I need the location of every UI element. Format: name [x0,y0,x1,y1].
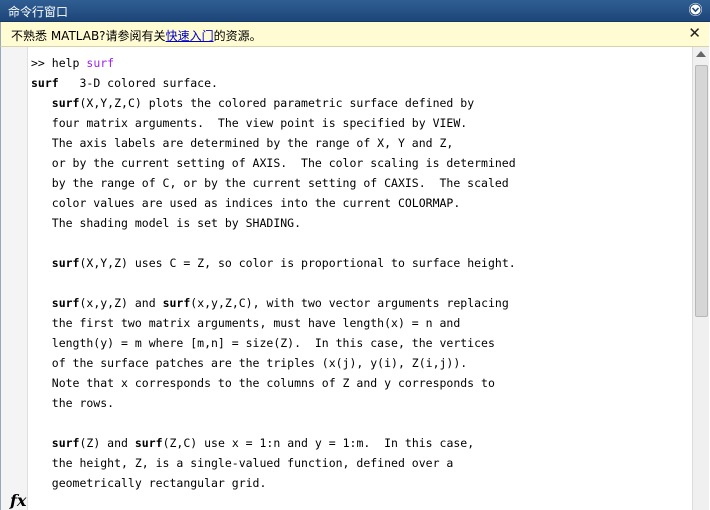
console-text: the rows. [31,396,115,410]
console-line: by the range of C, or by the current set… [31,173,516,193]
command-window[interactable]: fx >> help surf surf 3-D colored surface.… [0,47,693,510]
close-icon[interactable]: ✕ [688,24,701,42]
console-text: The shading model is set by SHADING. [31,216,302,230]
info-prefix: 不熟悉 MATLAB?请参阅有关 [11,29,166,43]
function-keyword: surf [162,296,191,310]
console-text: Note that x corresponds to the columns o… [31,376,495,390]
console-text: color values are used as indices into th… [31,196,461,210]
info-bar: 不熟悉 MATLAB?请参阅有关快速入门的资源。 ✕ [0,22,709,47]
console-text: or by the current setting of AXIS. The c… [31,156,516,170]
info-suffix: 的资源。 [213,29,262,43]
function-keyword: surf [134,436,163,450]
console-text: (x,y,Z,C), with two vector arguments rep… [190,296,509,310]
console-text: (X,Y,Z) uses C = Z, so color is proporti… [79,256,516,270]
console-text: (X,Y,Z,C) plots the colored parametric s… [79,96,475,110]
console-line: length(y) = m where [m,n] = size(Z). In … [31,333,516,353]
console-line: the rows. [31,393,516,413]
console-text: (Z) and [79,436,135,450]
console-line: The axis labels are determined by the ra… [31,133,516,153]
console-line: four matrix arguments. The view point is… [31,113,516,133]
console-line: surf(Z) and surf(Z,C) use x = 1:n and y … [31,433,516,453]
console-line: color values are used as indices into th… [31,193,516,213]
console-text: >> help [31,56,87,70]
info-message: 不熟悉 MATLAB?请参阅有关快速入门的资源。 [11,27,262,44]
console-line: surf(X,Y,Z,C) plots the colored parametr… [31,93,516,113]
window-title: 命令行窗口 [8,5,69,19]
scrollbar-thumb[interactable] [695,65,708,317]
console-line: The shading model is set by SHADING. [31,213,516,233]
console-line: the first two matrix arguments, must hav… [31,313,516,333]
console-text: 3-D colored surface. [58,76,218,90]
console-line: geometrically rectangular grid. [31,473,516,493]
window-menu-button[interactable] [689,3,702,16]
console-line: the height, Z, is a single-valued functi… [31,453,516,473]
console-line: surf(X,Y,Z) uses C = Z, so color is prop… [31,253,516,273]
console-line: surf 3-D colored surface. [31,73,516,93]
window-titlebar: 命令行窗口 [0,0,710,22]
console-output: >> help surf surf 3-D colored surface. su… [31,53,516,493]
function-keyword: surf [51,256,80,270]
function-keyword: surf [51,436,80,450]
chevron-down-circle-icon [689,3,702,16]
console-text: of the surface patches are the triples (… [31,356,468,370]
vertical-scrollbar[interactable] [692,47,709,510]
console-text: by the range of C, or by the current set… [31,176,509,190]
function-keyword: surf [51,96,80,110]
console-text: four matrix arguments. The view point is… [31,116,468,130]
getting-started-link[interactable]: 快速入门 [166,29,214,43]
prompt-gutter [1,47,28,510]
function-browser-icon[interactable]: fx [10,491,26,510]
console-line: of the surface patches are the triples (… [31,353,516,373]
console-line: >> help surf [31,53,516,73]
console-text: length(y) = m where [m,n] = size(Z). In … [31,336,495,350]
console-text: geometrically rectangular grid. [31,476,267,490]
console-text: the height, Z, is a single-valued functi… [31,456,454,470]
console-text: (x,y,Z) and [79,296,163,310]
console-line: surf(x,y,Z) and surf(x,y,Z,C), with two … [31,293,516,313]
console-text: (Z,C) use x = 1:n and y = 1:m. In this c… [162,436,475,450]
console-text: The axis labels are determined by the ra… [31,136,454,150]
console-line: Note that x corresponds to the columns o… [31,373,516,393]
console-text: surf [86,56,115,70]
scroll-up-icon[interactable] [696,51,706,57]
function-keyword: surf [51,296,80,310]
console-text: the first two matrix arguments, must hav… [31,316,461,330]
console-line: or by the current setting of AXIS. The c… [31,153,516,173]
function-keyword: surf [31,76,59,90]
